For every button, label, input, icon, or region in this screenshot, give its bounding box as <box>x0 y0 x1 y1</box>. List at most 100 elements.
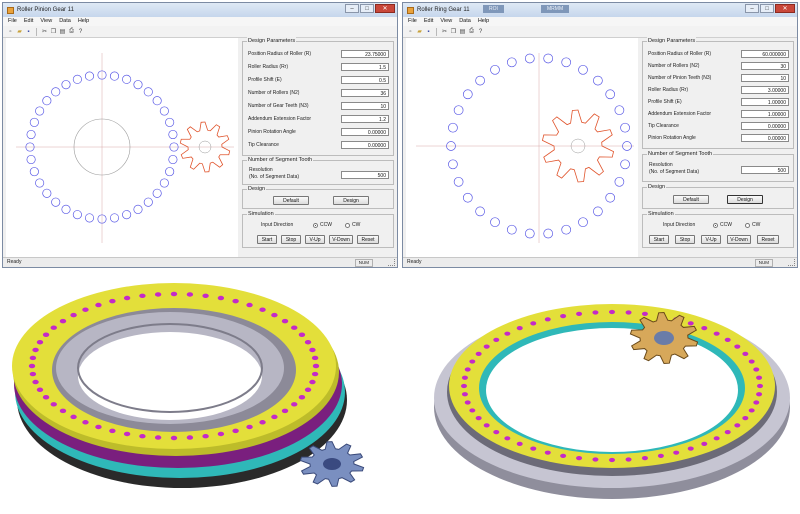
close-button[interactable]: ✕ <box>775 4 795 13</box>
roller-circle <box>475 206 485 217</box>
menu-data[interactable]: Data <box>59 17 71 26</box>
design-button[interactable]: Design <box>333 196 369 205</box>
ccw-radio[interactable]: CCW <box>713 222 732 228</box>
param-input[interactable]: 1.00000 <box>741 110 789 118</box>
pinion-gear-window: Roller Pinion Gear 11 – □ ✕ File Edit Vi… <box>2 2 398 268</box>
print-icon[interactable]: ⎙ <box>68 28 75 35</box>
param-row: Roller Radius (Rr) 3.00000 <box>648 86 789 95</box>
ccw-radio[interactable]: CCW <box>313 222 332 228</box>
param-input[interactable]: 30 <box>741 62 789 70</box>
cw-radio[interactable]: CW <box>745 222 760 228</box>
menu-file[interactable]: File <box>408 17 417 26</box>
param-input[interactable]: 10 <box>741 74 789 82</box>
new-file-icon[interactable]: ▫ <box>407 28 414 35</box>
new-file-icon[interactable]: ▫ <box>7 28 14 35</box>
roller-pin <box>82 307 89 312</box>
param-input[interactable]: 0.00000 <box>741 122 789 130</box>
v-down-button[interactable]: V-Down <box>727 235 751 244</box>
menu-edit[interactable]: Edit <box>24 17 33 26</box>
roller-circle <box>506 57 517 68</box>
copy-icon[interactable]: ❐ <box>450 28 457 35</box>
menu-view[interactable]: View <box>40 17 52 26</box>
start-button[interactable]: Start <box>649 235 669 244</box>
close-button[interactable]: ✕ <box>375 4 395 13</box>
minimize-button[interactable]: – <box>745 4 759 13</box>
param-input[interactable]: 0.00000 <box>341 141 389 149</box>
resolution-input[interactable]: 500 <box>341 171 389 179</box>
stop-button[interactable]: Stop <box>281 235 301 244</box>
menu-help[interactable]: Help <box>478 17 489 26</box>
maximize-button[interactable]: □ <box>760 4 774 13</box>
reset-button[interactable]: Reset <box>357 235 379 244</box>
roller-pin <box>281 318 289 324</box>
param-input[interactable]: 0.00000 <box>741 134 789 142</box>
roller-pin <box>530 321 537 326</box>
roller-pin <box>271 414 278 420</box>
print-icon[interactable]: ⎙ <box>468 28 475 35</box>
help-icon[interactable]: ? <box>77 28 84 35</box>
roller-pin <box>742 416 749 421</box>
roller-circle <box>159 106 169 116</box>
param-input[interactable]: 23.75000 <box>341 50 389 58</box>
param-row: Pinion Rotation Angle 0.00000 <box>248 128 389 137</box>
roller-circle <box>159 178 169 188</box>
cw-radio[interactable]: CW <box>345 222 360 228</box>
resolution-input[interactable]: 500 <box>741 166 789 174</box>
copy-icon[interactable]: ❐ <box>50 28 57 35</box>
param-input[interactable]: 3.00000 <box>741 86 789 94</box>
taskbar-item-roi[interactable]: ROI <box>483 5 504 13</box>
roller-pin <box>701 326 708 331</box>
param-input[interactable]: 10 <box>341 102 389 110</box>
v-down-button[interactable]: V-Down <box>329 235 353 244</box>
roller-circle <box>605 89 616 100</box>
roller-pin <box>687 321 694 326</box>
paste-icon[interactable]: ▤ <box>59 28 66 35</box>
open-folder-icon[interactable]: ▰ <box>416 28 423 35</box>
reset-button[interactable]: Reset <box>757 235 779 244</box>
minimize-button[interactable]: – <box>345 4 359 13</box>
menu-help[interactable]: Help <box>78 17 89 26</box>
default-button[interactable]: Default <box>273 196 309 205</box>
cut-icon[interactable]: ✂ <box>441 28 448 35</box>
roller-circle <box>143 197 153 207</box>
param-input[interactable]: 1.2 <box>341 115 389 123</box>
menu-view[interactable]: View <box>440 17 452 26</box>
center-hole <box>78 332 262 420</box>
menu-data[interactable]: Data <box>459 17 471 26</box>
param-row: Tip Clearance 0.00000 <box>248 141 389 150</box>
roller-pin <box>154 435 162 440</box>
save-icon[interactable]: ▪ <box>425 28 432 35</box>
param-input[interactable]: 1.00000 <box>741 98 789 106</box>
design-button[interactable]: Design <box>727 195 763 204</box>
gear-drawing-canvas[interactable] <box>6 38 238 258</box>
help-icon[interactable]: ? <box>477 28 484 35</box>
taskbar-item-mrmm[interactable]: MRMM <box>541 5 570 13</box>
resize-grip[interactable] <box>388 259 395 266</box>
v-up-button[interactable]: V-Up <box>701 235 721 244</box>
roller-pin <box>657 453 664 458</box>
stop-button[interactable]: Stop <box>675 235 695 244</box>
maximize-button[interactable]: □ <box>360 4 374 13</box>
menu-file[interactable]: File <box>8 17 17 26</box>
parameter-panel: Design Parameters Position Radius of Rol… <box>241 37 395 258</box>
v-up-button[interactable]: V-Up <box>305 235 325 244</box>
param-input[interactable]: 0.5 <box>341 76 389 84</box>
toolbar: ▫ ▰ ▪ ✂ ❐ ▤ ⎙ ? <box>403 26 797 38</box>
save-icon[interactable]: ▪ <box>25 28 32 35</box>
default-button[interactable]: Default <box>673 195 709 204</box>
roller-circle <box>543 228 554 239</box>
gear-drawing-canvas[interactable] <box>406 38 638 258</box>
param-label: Addendum Extension Factor <box>648 111 712 117</box>
start-button[interactable]: Start <box>257 235 277 244</box>
param-input[interactable]: 60.000000 <box>741 50 789 58</box>
resize-grip[interactable] <box>788 259 795 266</box>
open-folder-icon[interactable]: ▰ <box>16 28 23 35</box>
cut-icon[interactable]: ✂ <box>41 28 48 35</box>
menu-edit[interactable]: Edit <box>424 17 433 26</box>
paste-icon[interactable]: ▤ <box>459 28 466 35</box>
param-input[interactable]: 0.00000 <box>341 128 389 136</box>
roller-circle <box>29 167 39 177</box>
param-input[interactable]: 1.5 <box>341 63 389 71</box>
param-input[interactable]: 36 <box>341 89 389 97</box>
roller-pin <box>36 339 44 345</box>
